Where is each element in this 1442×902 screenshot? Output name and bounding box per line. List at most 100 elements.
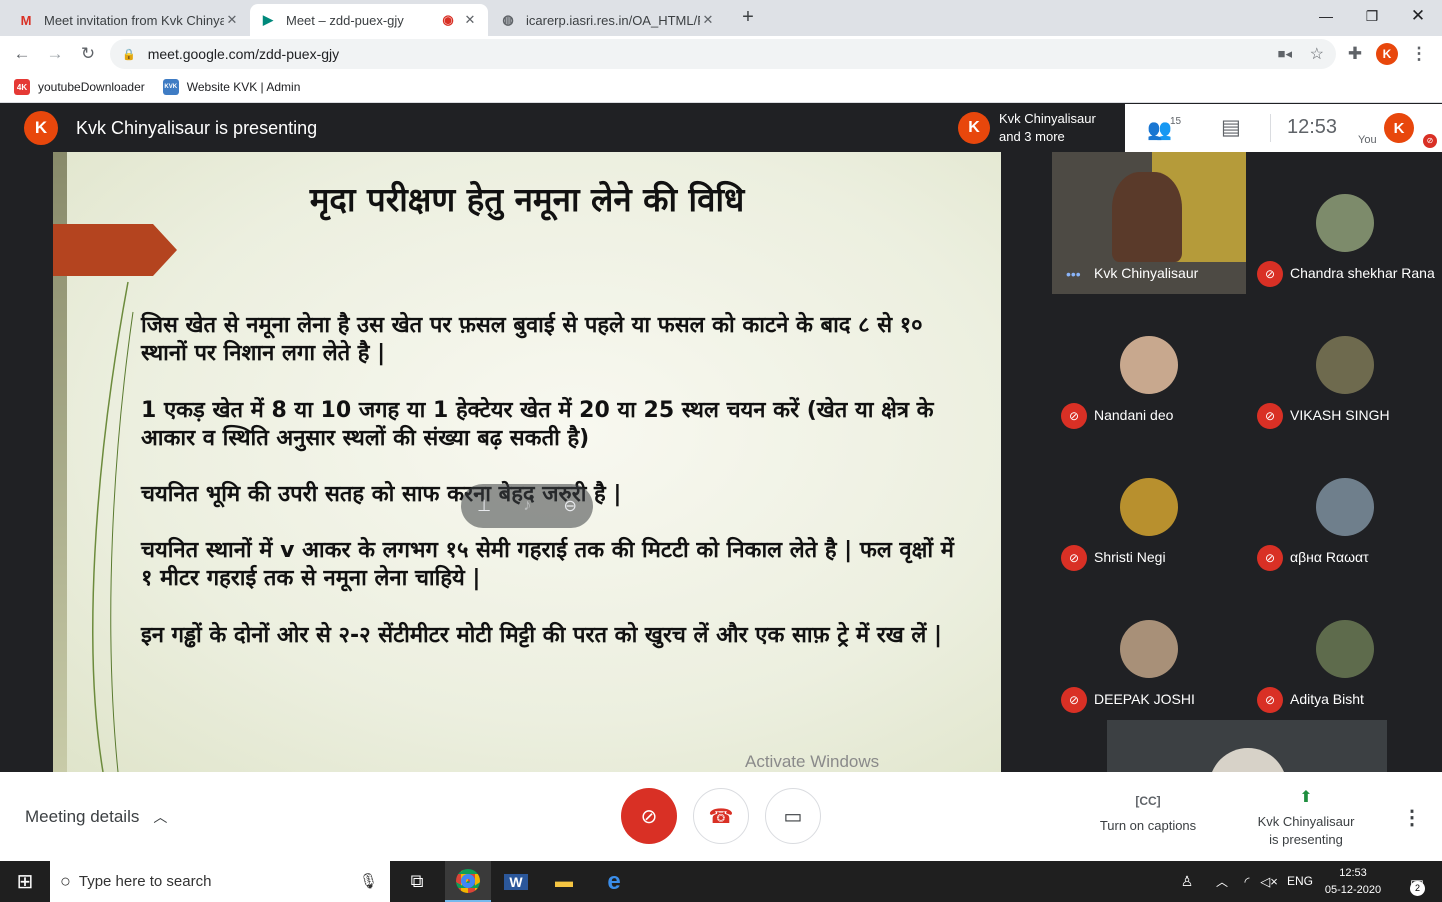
camera-person — [1112, 172, 1182, 262]
mic-off-icon: ⊘ — [640, 805, 658, 828]
volume-muted-icon[interactable]: ◁× — [1246, 861, 1292, 902]
recording-icon: ◉ — [442, 12, 454, 27]
participant-tile[interactable]: ⊘ αβнα Rαωατ — [1248, 436, 1442, 578]
more-options-icon[interactable]: ⋮ — [1402, 805, 1422, 830]
browser-toolbar: ← → ↻ 🔒 meet.google.com/zdd-puex-gjy ■◂ … — [0, 36, 1442, 72]
back-icon[interactable]: ← — [10, 42, 34, 66]
close-icon[interactable]: ✕ — [700, 12, 716, 28]
participant-name: αβнα Rαωατ — [1290, 549, 1369, 565]
windows-taskbar: ⊞ ○ Type here to search 🎙 ⧉ W ▬ e ♙ ︿ ◜ … — [0, 861, 1442, 902]
you-label: You — [1358, 134, 1377, 146]
chrome-logo — [456, 868, 480, 893]
presenting-status-button[interactable]: ⬆ Kvk Chinyalisaur is presenting — [1250, 787, 1362, 849]
reload-icon[interactable]: ↻ — [76, 42, 100, 66]
bookmark-website-kvk[interactable]: KVK Website KVK | Admin — [162, 79, 300, 95]
extensions-icon[interactable]: ✚ — [1343, 42, 1367, 66]
tile-overlay-controls: ⊥ ♪ ⊖ — [461, 484, 593, 528]
participant-tile[interactable]: ⊘ VIKASH SINGH — [1248, 294, 1442, 436]
pin-icon[interactable]: ⊥ — [477, 496, 491, 516]
language-indicator[interactable]: ENG — [1287, 874, 1313, 888]
youtubedownloader-icon: 4K — [14, 79, 30, 95]
avatar — [1316, 478, 1374, 536]
remove-icon[interactable]: ⊖ — [563, 496, 576, 516]
system-clock[interactable]: 12:53 05-12-2020 — [1322, 865, 1384, 899]
meet-bottom-bar: Meeting details ︿ ⊘ ☎ ▭ [CC] Turn on cap… — [0, 772, 1442, 861]
captions-label: Turn on captions — [1099, 818, 1197, 833]
taskbar-search[interactable]: ○ Type here to search 🎙 — [50, 861, 390, 902]
file-explorer-icon[interactable]: ▬ — [541, 861, 587, 902]
right-gutter — [1001, 152, 1052, 772]
participant-tile-partial[interactable] — [1107, 720, 1387, 772]
leave-call-button[interactable]: ☎ — [693, 788, 749, 844]
chat-icon[interactable]: ▤ — [1221, 115, 1241, 140]
chrome-taskbar-icon[interactable] — [445, 861, 491, 902]
presenting-text: Kvk Chinyalisaur is presenting — [76, 117, 318, 138]
menu-icon[interactable]: ⋮ — [1407, 42, 1431, 66]
notification-count: 2 — [1410, 881, 1425, 896]
participant-name: Aditya Bisht — [1290, 691, 1364, 707]
speaking-indicator-icon: ••• — [1066, 266, 1081, 282]
tab-meet[interactable]: ▶ Meet – zdd-puex-gjy ◉ ✕ — [250, 4, 488, 36]
slide-title: मृदा परीक्षण हेतु नमूना लेने की विधि — [309, 180, 745, 219]
self-avatar[interactable]: K — [1384, 113, 1414, 143]
star-icon[interactable]: ☆ — [1310, 44, 1324, 64]
video-icon: ▭ — [783, 805, 803, 828]
close-window-icon[interactable]: ✕ — [1395, 0, 1441, 32]
search-icon: ○ — [60, 871, 71, 891]
avatar — [1120, 478, 1178, 536]
present-screen-icon: ⬆ — [1299, 789, 1313, 806]
presenting-line2: is presenting — [1269, 832, 1343, 847]
hangup-icon: ☎ — [708, 805, 734, 828]
tab-icarerp[interactable]: ◍ icarerp.iasri.res.in/OA_HTML/RF.js ✕ — [490, 4, 726, 36]
activate-windows-watermark: Activate Windows — [745, 752, 880, 771]
participant-tile[interactable]: ••• Kvk Chinyalisaur — [1052, 152, 1246, 294]
camera-toggle-button[interactable]: ▭ — [765, 788, 821, 844]
slide-paragraph: चयनित स्थानों में v आकर के लगभग १५ सेमी … — [141, 538, 954, 591]
mic-off-icon: ⊘ — [1257, 403, 1283, 429]
edge-icon[interactable]: e — [591, 861, 637, 902]
people-icon[interactable]: 👥 — [1147, 117, 1172, 142]
captions-button[interactable]: [CC] Turn on captions — [1090, 794, 1206, 833]
clock-time: 12:53 — [1339, 867, 1367, 879]
participant-name: Shristi Negi — [1094, 549, 1166, 565]
restore-icon[interactable]: ❐ — [1349, 0, 1395, 32]
meeting-details-button[interactable]: Meeting details ︿ — [25, 807, 167, 827]
close-icon[interactable]: ✕ — [224, 12, 240, 28]
mic-off-icon: ⊘ — [1061, 687, 1087, 713]
mic-off-icon: ⊘ — [1257, 261, 1283, 287]
tab-strip: M Meet invitation from Kvk Chinyali ✕ ▶ … — [0, 0, 1442, 36]
mic-toggle-button[interactable]: ⊘ — [621, 788, 677, 844]
forward-icon[interactable]: → — [43, 42, 67, 66]
minimize-icon[interactable]: — — [1303, 0, 1349, 32]
meeting-details-label: Meeting details — [25, 807, 140, 826]
participant-tile[interactable]: ⊘ DEEPAK JOSHI — [1052, 578, 1246, 720]
tab-title: icarerp.iasri.res.in/OA_HTML/RF.js — [526, 12, 700, 28]
address-bar[interactable]: 🔒 meet.google.com/zdd-puex-gjy ■◂ ☆ — [110, 39, 1336, 69]
participant-tile[interactable]: ⊘ Aditya Bisht — [1248, 578, 1442, 720]
presenting-line1: Kvk Chinyalisaur — [1257, 814, 1355, 829]
word-taskbar-icon[interactable]: W — [493, 861, 539, 902]
camera-icon[interactable]: ■◂ — [1278, 46, 1292, 62]
search-placeholder: Type here to search — [78, 873, 212, 890]
gmail-icon: M — [20, 12, 32, 28]
participant-tile[interactable]: ⊘ Nandani deo — [1052, 294, 1246, 436]
mic-off-icon: ⊘ — [1257, 545, 1283, 571]
mic-off-icon: ⊘ — [1061, 545, 1087, 571]
top-participants[interactable]: K Kvk Chinyalisaur and 3 more — [950, 104, 1125, 152]
bookmark-youtubedownloader[interactable]: 4K youtubeDownloader — [14, 79, 145, 95]
mute-speaker-icon[interactable]: ♪ — [523, 497, 531, 515]
self-muted-icon: ⊘ — [1423, 134, 1437, 148]
profile-avatar[interactable]: K — [1376, 43, 1398, 65]
participant-name: Chandra shekhar Rana — [1290, 265, 1435, 281]
participant-tile[interactable]: ⊘ Chandra shekhar Rana — [1248, 152, 1442, 294]
new-tab-button[interactable]: + — [736, 6, 760, 30]
kvk-icon: KVK — [162, 79, 179, 95]
close-icon[interactable]: ✕ — [462, 12, 478, 28]
meet-top-controls: 👥 15 ▤ 12:53 You K ⊘ — [1125, 104, 1442, 152]
meet-icon: ▶ — [263, 12, 273, 27]
tab-gmail[interactable]: M Meet invitation from Kvk Chinyali ✕ — [8, 4, 250, 36]
windows-start-icon[interactable]: ⊞ — [2, 861, 48, 902]
microphone-icon[interactable]: 🎙 — [359, 872, 378, 890]
task-view-icon[interactable]: ⧉ — [394, 861, 440, 902]
participant-tile[interactable]: ⊘ Shristi Negi — [1052, 436, 1246, 578]
